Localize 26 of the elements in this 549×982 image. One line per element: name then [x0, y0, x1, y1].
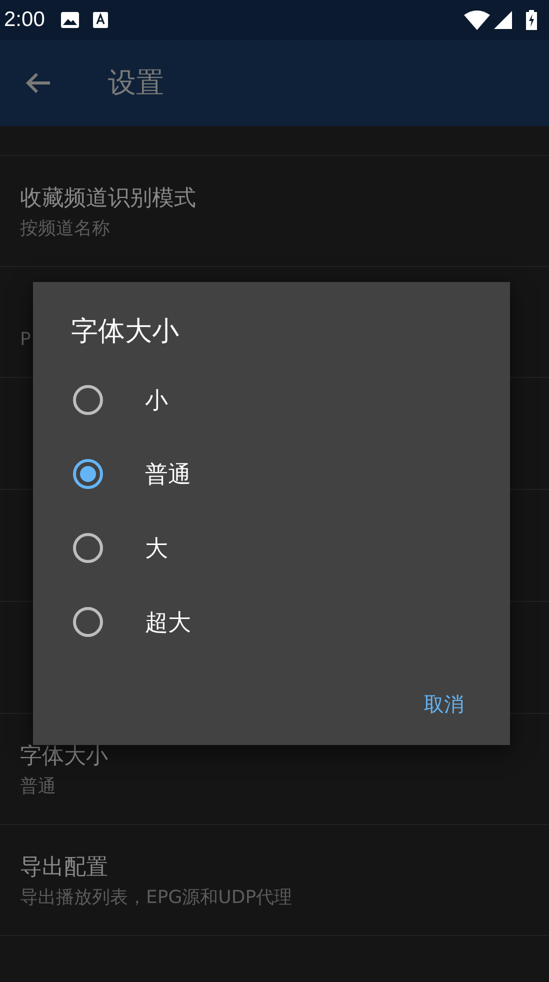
battery-icon — [526, 10, 537, 30]
setting-title: 导出配置 — [20, 854, 108, 882]
font-icon — [92, 12, 108, 28]
option-label: 大 — [145, 534, 168, 564]
setting-title: 收藏频道识别模式 — [20, 185, 196, 213]
settings-item[interactable]: 导出配置 导出播放列表，EPG源和UDP代理 — [0, 825, 549, 936]
setting-title: 字体大小 — [20, 743, 108, 771]
option-label: 普通 — [145, 460, 191, 490]
radio-button[interactable] — [73, 385, 103, 415]
status-time: 2:00 — [4, 8, 45, 32]
signal-icon — [494, 11, 512, 29]
setting-summary: 普通 — [20, 775, 56, 799]
image-icon — [60, 12, 79, 28]
app-bar-title: 设置 — [108, 65, 164, 101]
option-label: 小 — [145, 386, 168, 416]
settings-item[interactable]: 收藏频道识别模式 按频道名称 — [0, 156, 549, 267]
option-label: 超大 — [145, 608, 191, 638]
setting-summary: 按频道名称 — [20, 217, 110, 241]
back-arrow-icon — [24, 71, 52, 95]
radio-button[interactable] — [73, 459, 103, 489]
dialog-title: 字体大小 — [71, 315, 180, 349]
setting-summary: P — [20, 328, 31, 352]
setting-summary: 导出播放列表，EPG源和UDP代理 — [20, 886, 292, 910]
radio-button[interactable] — [73, 533, 103, 563]
radio-button[interactable] — [73, 607, 103, 637]
wifi-icon — [464, 10, 490, 30]
